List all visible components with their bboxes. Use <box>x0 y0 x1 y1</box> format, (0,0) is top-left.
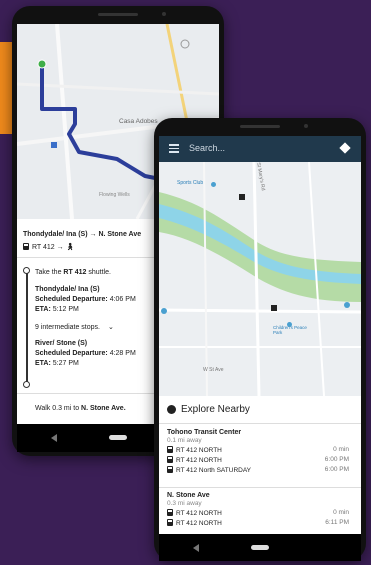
compass-icon <box>167 405 176 414</box>
station-name: Tohono Transit Center <box>167 429 242 436</box>
divider <box>159 487 361 488</box>
back-icon[interactable] <box>193 544 199 552</box>
intermediate-stops-toggle[interactable]: 9 intermediate stops. ⌄ <box>35 323 114 331</box>
home-icon[interactable] <box>251 545 269 550</box>
timeline-end <box>23 381 30 388</box>
route-row[interactable]: RT 412 NORTH 0 min <box>167 509 357 519</box>
map-label-park: Children's Peace Park <box>273 325 307 335</box>
bus-icon <box>167 519 173 526</box>
map-pin-icon[interactable] <box>211 182 216 187</box>
bus-icon <box>23 243 29 250</box>
stop1-departure: Scheduled Departure: 4:06 PM <box>35 296 136 303</box>
divider <box>159 423 361 424</box>
step-take-shuttle: Take the RT 412 shuttle. <box>35 269 111 276</box>
panel-title: Explore Nearby <box>181 404 250 415</box>
map-pin-icon[interactable] <box>344 302 350 308</box>
route-row[interactable]: RT 412 NORTH 0 min <box>167 446 357 456</box>
map-label-place: Casa Adobes <box>119 118 158 125</box>
stop2-eta: ETA: 5:27 PM <box>35 360 79 367</box>
nearby-map[interactable]: Sports Club St Mary's Rd Children's Peac… <box>159 162 361 396</box>
walk-icon: 🚶︎ <box>65 244 75 251</box>
menu-icon[interactable] <box>169 144 179 153</box>
trip-title: Thondydale/ Ina (S) → N. Stone Ave <box>23 231 142 238</box>
station-distance: 0.3 mi away <box>167 500 202 507</box>
phone-camera <box>304 124 308 128</box>
station-stone[interactable]: N. Stone Ave 0.3 mi away RT 412 NORTH 0 … <box>167 492 357 529</box>
route-row[interactable]: RT 412 NORTH 6:11 PM <box>167 519 357 529</box>
search-input[interactable]: Search... <box>189 143 225 153</box>
android-nav-bar <box>159 534 361 561</box>
directions-icon[interactable] <box>339 142 351 154</box>
bus-icon <box>167 466 173 473</box>
station-tohono[interactable]: Tohono Transit Center 0.1 mi away RT 412… <box>167 429 357 476</box>
back-icon[interactable] <box>51 434 57 442</box>
timeline-line <box>26 271 28 383</box>
stop2-departure: Scheduled Departure: 4:28 PM <box>35 350 136 357</box>
map-label-sports: Sports Club <box>177 180 204 186</box>
explore-screen: Search... Sports Club St Mary's Rd Child… <box>159 136 361 534</box>
station-distance: 0.1 mi away <box>167 437 202 444</box>
map-label-road: Flowing Wells <box>99 192 130 198</box>
explore-nearby-panel: Explore Nearby Tohono Transit Center 0.1… <box>159 396 361 534</box>
walk-instruction: Walk 0.3 mi to N. Stone Ave. <box>35 405 126 412</box>
phone-speaker <box>240 125 280 128</box>
map-pin-icon[interactable] <box>161 308 167 314</box>
stop1-eta: ETA: 5:12 PM <box>35 306 79 313</box>
route-row[interactable]: RT 412 NORTH 6:00 PM <box>167 456 357 466</box>
chevron-down-icon: ⌄ <box>107 324 114 331</box>
nearby-map-drawing <box>159 162 361 396</box>
station-name: N. Stone Ave <box>167 492 210 499</box>
bus-stop-icon[interactable] <box>239 194 245 200</box>
timeline-start <box>23 267 30 274</box>
bus-icon <box>167 456 173 463</box>
bus-icon <box>167 509 173 516</box>
bus-icon <box>167 446 173 453</box>
search-bar: Search... <box>159 136 361 162</box>
phone-camera <box>162 12 166 16</box>
stop1-name: Thondydale/ Ina (S) <box>35 286 100 293</box>
phone-explore-nearby: Search... Sports Club St Mary's Rd Child… <box>154 118 366 561</box>
bus-stop-icon[interactable] <box>271 305 277 311</box>
stop2-name: River/ Stone (S) <box>35 340 88 347</box>
trip-route-summary: RT 412 → 🚶︎ <box>23 243 75 251</box>
home-icon[interactable] <box>109 435 127 440</box>
route-row[interactable]: RT 412 North SATURDAY 6:00 PM <box>167 466 357 476</box>
map-label-street: W St Ave <box>203 367 224 373</box>
phone-speaker <box>98 13 138 16</box>
